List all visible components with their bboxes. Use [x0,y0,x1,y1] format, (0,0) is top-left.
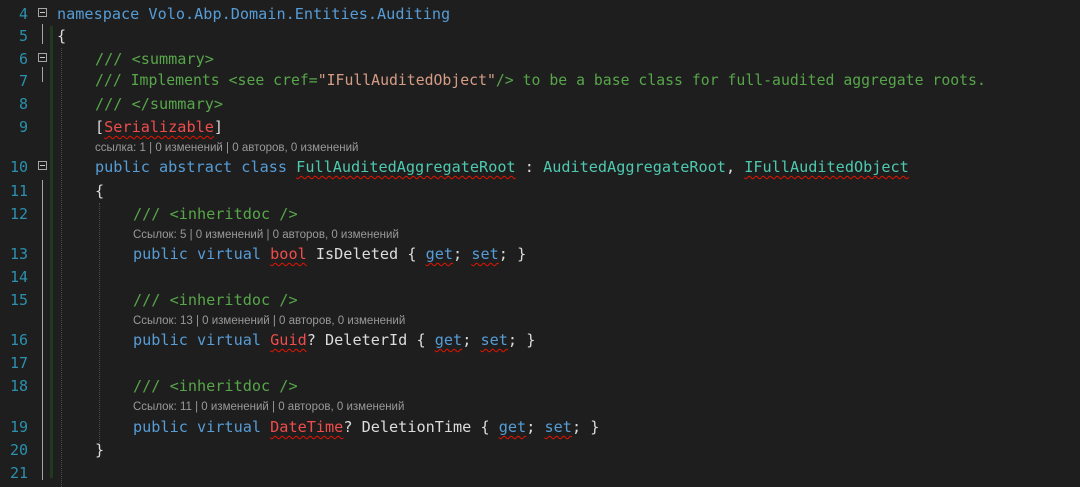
line-number: 9 [18,118,28,136]
code-line[interactable]: 21 [0,462,1080,484]
code-text: /// Implements <see cref="IFullAuditedOb… [95,72,986,89]
line-number: 4 [18,5,28,23]
code-text: /// <inheritdoc /> [133,205,298,223]
line-number: 21 [9,464,28,482]
line-number: 5 [18,27,28,45]
codelens-text[interactable]: Ссылок: 11 | 0 изменений | 0 авторов, 0 … [133,398,404,416]
line-number: 17 [9,354,28,372]
code-text: public abstract class FullAuditedAggrega… [95,158,909,176]
code-line[interactable]: 14 [0,266,1080,288]
line-number: 20 [9,441,28,459]
code-line[interactable]: 18 /// <inheritdoc /> [0,375,1080,397]
line-number: 6 [18,50,28,68]
line-number: 7 [18,72,28,90]
code-text: public virtual bool IsDeleted { get; set… [133,245,527,263]
code-text: { [57,27,67,45]
code-line[interactable]: 4 namespace Volo.Abp.Domain.Entities.Aud… [0,3,1080,25]
line-number: 14 [9,268,28,286]
code-line[interactable]: 11 { [0,180,1080,202]
code-line[interactable]: 13 public virtual bool IsDeleted { get; … [0,243,1080,265]
code-line[interactable]: 16 public virtual Guid? DeleterId { get;… [0,329,1080,351]
code-text: namespace Volo.Abp.Domain.Entities.Audit… [57,5,451,23]
code-text: /// <inheritdoc /> [133,377,298,395]
codelens-text[interactable]: Ссылок: 5 | 0 изменений | 0 авторов, 0 и… [133,226,399,244]
code-text: } [95,441,105,459]
code-line[interactable]: 20 } [0,439,1080,461]
codelens[interactable]: Ссылок: 11 | 0 изменений | 0 авторов, 0 … [0,398,1080,416]
collapse-icon[interactable] [38,8,47,17]
codelens-text[interactable]: ссылка: 1 | 0 изменений | 0 авторов, 0 и… [95,139,358,157]
codelens[interactable]: Ссылок: 13 | 0 изменений | 0 авторов, 0 … [0,312,1080,330]
codelens-text[interactable]: Ссылок: 13 | 0 изменений | 0 авторов, 0 … [133,312,405,330]
collapse-icon[interactable] [38,53,47,62]
code-line[interactable]: 6 /// <summary> [0,48,1080,70]
codelens[interactable]: ссылка: 1 | 0 изменений | 0 авторов, 0 и… [0,139,1080,157]
code-line[interactable]: 8 /// </summary> [0,93,1080,115]
line-number: 12 [9,205,28,223]
line-number: 19 [9,418,28,436]
codelens[interactable]: Ссылок: 5 | 0 изменений | 0 авторов, 0 и… [0,226,1080,244]
line-number: 15 [9,291,28,309]
code-text: /// <summary> [95,50,214,68]
code-line[interactable]: 12 /// <inheritdoc /> [0,203,1080,225]
line-number: 16 [9,331,28,349]
collapse-icon[interactable] [38,161,47,170]
line-number: 8 [18,95,28,113]
code-line[interactable]: 17 [0,352,1080,374]
code-editor[interactable]: 4 namespace Volo.Abp.Domain.Entities.Aud… [0,0,1080,487]
code-text: [Serializable] [95,118,224,136]
code-line[interactable]: 19 public virtual DateTime? DeletionTime… [0,416,1080,438]
code-line[interactable]: 7 /// Implements <see cref="IFullAudited… [0,70,1080,92]
code-text: public virtual Guid? DeleterId { get; se… [133,331,536,349]
code-line[interactable]: 10 public abstract class FullAuditedAggr… [0,156,1080,178]
line-number: 10 [9,158,28,176]
code-text: /// <inheritdoc /> [133,291,298,309]
line-number: 18 [9,377,28,395]
line-number: 11 [9,182,28,200]
code-text: { [95,182,105,200]
code-line[interactable]: 9 [Serializable] [0,116,1080,138]
line-number: 13 [9,245,28,263]
code-line[interactable]: 15 /// <inheritdoc /> [0,289,1080,311]
code-text: public virtual DateTime? DeletionTime { … [133,418,600,436]
code-line[interactable]: 5 { [0,25,1080,47]
code-text: /// </summary> [95,95,224,113]
